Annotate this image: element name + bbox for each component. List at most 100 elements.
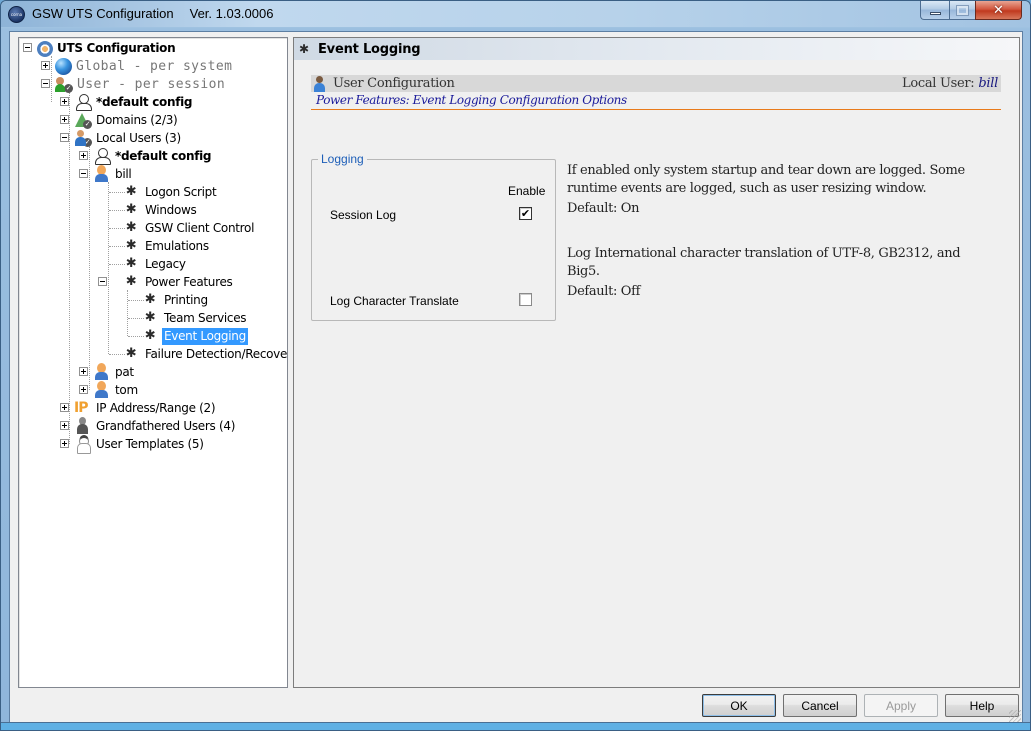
collapse-toggle[interactable] [98,277,107,286]
tree-node-local-users[interactable]: ✓ Local Users (3) [74,129,183,147]
groupbox-legend: Logging [318,152,367,166]
local-user-icon: ✓ [74,129,92,147]
collapse-toggle[interactable] [79,169,88,178]
expand-toggle[interactable] [60,115,69,124]
app-logo-icon[interactable]: corna [8,6,25,23]
tree-node-user-templates[interactable]: User Templates (5) [74,435,206,454]
gear-icon: ✱ [298,42,310,56]
tree-node-tom[interactable]: tom [93,381,140,399]
session-log-label: Session Log [330,208,397,222]
log-character-translate-default: Default: Off [567,284,641,299]
gear-icon: ✱ [125,220,137,235]
config-tree-panel[interactable]: UTS Configuration Global - per system ✓ … [18,37,288,688]
tree-line [108,182,109,354]
expand-toggle[interactable] [60,439,69,448]
gray-user-icon [74,417,92,435]
domain-icon: ✓ [74,111,92,129]
app-version: Ver. 1.03.0006 [189,6,274,21]
minimize-icon [929,12,941,15]
tree-node-emulations[interactable]: ✱ Emulations [123,237,211,255]
expand-toggle[interactable] [79,385,88,394]
collapse-toggle[interactable] [60,133,69,142]
check-badge-icon: ✓ [83,138,92,147]
tree-line [127,290,128,336]
person-icon [93,363,111,381]
log-character-translate-label: Log Character Translate [330,294,459,308]
logging-groupbox: Logging Enable Session Log ✔ Log Charact… [311,152,556,321]
gear-icon: ✱ [144,310,156,325]
user-outline-icon [74,93,92,111]
globe-icon [55,57,72,75]
tree-node-grandfathered-users[interactable]: Grandfathered Users (4) [74,417,237,435]
tree-node-failure-detection[interactable]: ✱ Failure Detection/Recovery [123,345,287,363]
tree-node-default-config[interactable]: *default config [74,93,194,111]
user-outline-icon [93,147,111,165]
ok-button[interactable]: OK [702,694,776,717]
maximize-icon [957,5,968,15]
maximize-button[interactable] [949,1,975,20]
person-icon [93,381,111,399]
tree-node-domains[interactable]: ✓ Domains (2/3) [74,111,179,129]
log-character-translate-checkbox[interactable] [519,293,532,306]
tree-node-printing[interactable]: ✱ Printing [142,291,210,309]
tree-node-legacy[interactable]: ✱ Legacy [123,255,188,273]
tree-node-local-default-config[interactable]: *default config [93,147,213,165]
session-log-checkbox[interactable]: ✔ [519,207,532,220]
expand-toggle[interactable] [41,61,50,70]
expand-toggle[interactable] [60,403,69,412]
expand-toggle[interactable] [60,421,69,430]
close-icon: ✕ [993,2,1004,18]
uts-gear-icon [37,40,53,57]
user-template-icon [74,435,92,454]
session-log-description: If enabled only system startup and tear … [567,162,987,218]
tree-node-team-services[interactable]: ✱ Team Services [142,309,248,327]
cancel-button[interactable]: Cancel [783,694,857,717]
gear-icon: ✱ [144,328,156,343]
enable-column-header: Enable [508,184,546,198]
window-title: GSW UTS Configuration Ver. 1.03.0006 [32,6,273,21]
close-button[interactable]: ✕ [975,1,1022,20]
expand-toggle[interactable] [79,151,88,160]
tree-node-power-features[interactable]: ✱ Power Features [123,273,235,291]
local-user-name: bill [978,76,998,91]
app-name: GSW UTS Configuration [32,6,174,21]
tree-node-global[interactable]: Global - per system [55,57,234,75]
tree-node-uts-configuration[interactable]: UTS Configuration [37,39,177,57]
tree-node-gsw-client-control[interactable]: ✱ GSW Client Control [123,219,256,237]
section-subtitle: Power Features: Event Logging Configurat… [316,93,627,107]
person-icon [93,165,111,183]
minimize-button[interactable] [920,1,949,20]
expand-toggle[interactable] [79,367,88,376]
title-bar[interactable]: corna GSW UTS Configuration Ver. 1.03.000… [1,1,1030,27]
app-window: corna GSW UTS Configuration Ver. 1.03.000… [0,0,1031,731]
users-icon: ✓ [55,75,73,93]
user-icon [313,75,327,92]
panel-title: Event Logging [318,41,421,57]
gear-icon: ✱ [125,274,137,289]
section-title: User Configuration [333,76,455,91]
tree-line [69,92,70,444]
tree-node-bill[interactable]: bill [93,165,133,183]
tree-node-ip-address-range[interactable]: IP IP Address/Range (2) [74,399,217,417]
ip-icon: IP [74,400,88,416]
apply-button[interactable]: Apply [864,694,938,717]
caption-buttons: ✕ [920,1,1022,20]
tree-node-event-logging[interactable]: ✱ Event Logging [142,327,248,345]
session-log-default: Default: On [567,201,640,216]
log-character-translate-description: Log International character translation … [567,245,987,301]
tree-node-pat[interactable]: pat [93,363,136,381]
help-button[interactable]: Help [945,694,1019,717]
tree-node-user[interactable]: ✓ User - per session [55,75,227,93]
tree-line [89,146,90,390]
collapse-toggle[interactable] [23,43,32,52]
tree-node-windows[interactable]: ✱ Windows [123,201,198,219]
collapse-toggle[interactable] [41,79,50,88]
gear-icon: ✱ [125,256,137,271]
tree-line [51,56,52,102]
user-configuration-bar: User Configuration Local User: bill [311,75,1001,92]
tree-node-logon-script[interactable]: ✱ Logon Script [123,183,218,201]
gear-icon: ✱ [125,238,137,253]
resize-grip[interactable] [1009,710,1021,722]
expand-toggle[interactable] [60,97,69,106]
panel-header: ✱ Event Logging [294,38,1019,60]
